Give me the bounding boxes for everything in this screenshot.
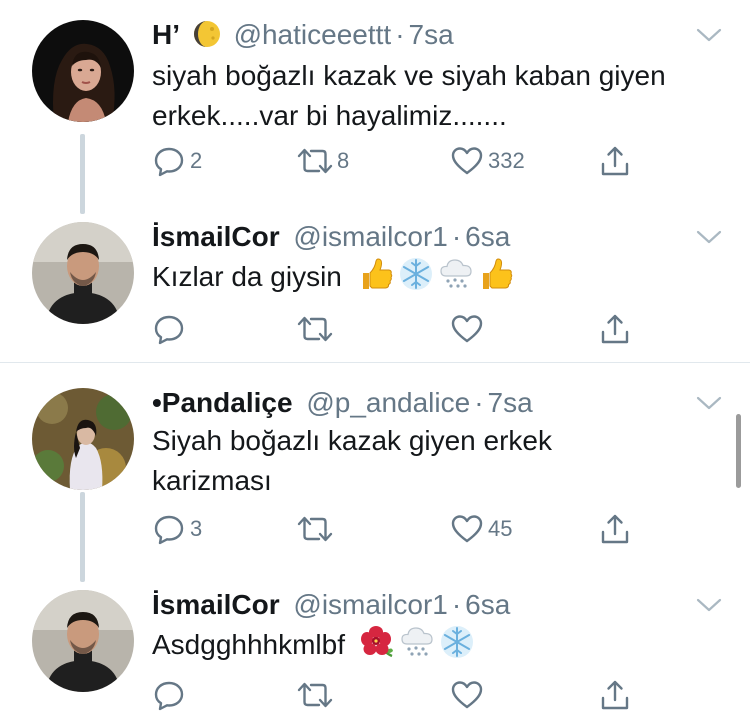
retweet-count: 8 xyxy=(337,148,350,173)
handle[interactable]: @p_andalice xyxy=(306,387,470,418)
timestamp[interactable]: 6sa xyxy=(465,221,510,252)
tweet-ismailcor-reply-1[interactable]: İsmailCor @ismailcor1 · 6sa Kızlar da giys… xyxy=(0,214,750,360)
tweet-text: Siyah boğazlı kazak giyen erkek karizmas… xyxy=(152,425,552,496)
moon-icon xyxy=(193,21,220,47)
tweet-header: •Pandaliçe @p_andalice · 7sa xyxy=(152,386,533,420)
retweet-button[interactable]: 8 xyxy=(295,144,349,178)
separator: · xyxy=(395,19,405,50)
share-icon xyxy=(598,512,632,546)
heart-icon xyxy=(450,144,484,178)
cloud-snow-icon xyxy=(438,256,474,292)
reply-button[interactable]: 2 xyxy=(152,144,202,178)
thread-line xyxy=(80,492,85,582)
reply-icon xyxy=(152,312,186,346)
share-button[interactable] xyxy=(598,144,632,178)
avatar[interactable] xyxy=(32,222,134,324)
tweet-text-content: Asdgghhhkmlbf xyxy=(152,629,346,660)
retweet-icon xyxy=(295,144,335,178)
reply-button[interactable] xyxy=(152,312,186,346)
tweet-header: İsmailCor @ismailcor1 · 6sa xyxy=(152,220,510,254)
display-name[interactable]: İsmailCor xyxy=(152,221,280,252)
retweet-icon xyxy=(295,678,335,712)
retweet-button[interactable] xyxy=(295,312,335,346)
handle[interactable]: @ismailcor1 xyxy=(293,589,447,620)
tweet-actions xyxy=(152,312,642,346)
like-button[interactable]: 332 xyxy=(450,144,525,178)
chevron-down-icon[interactable] xyxy=(694,590,724,620)
tweet-text: Asdgghhhkmlbf xyxy=(152,624,732,665)
reply-icon xyxy=(152,678,186,712)
share-button[interactable] xyxy=(598,512,632,546)
share-button[interactable] xyxy=(598,312,632,346)
chevron-down-icon[interactable] xyxy=(694,20,724,50)
handle[interactable]: @ismailcor1 xyxy=(293,221,447,252)
tweet-header: İsmailCor @ismailcor1 · 6sa xyxy=(152,588,510,622)
retweet-button[interactable] xyxy=(295,678,335,712)
handle[interactable]: @haticeeettt xyxy=(234,19,392,50)
separator: · xyxy=(451,589,462,620)
separator: · xyxy=(474,387,484,418)
heart-icon xyxy=(450,678,484,712)
chevron-down-icon[interactable] xyxy=(694,388,724,418)
tweet-actions xyxy=(152,678,642,712)
reply-button[interactable]: 3 xyxy=(152,512,202,546)
hibiscus-icon xyxy=(359,624,395,660)
share-icon xyxy=(598,144,632,178)
thumbs-up-icon xyxy=(478,256,514,292)
tweet-p-andalice[interactable]: •Pandaliçe @p_andalice · 7sa Siyah boğazlı… xyxy=(0,376,750,582)
chevron-down-icon[interactable] xyxy=(694,222,724,252)
like-button[interactable] xyxy=(450,678,484,712)
timestamp[interactable]: 7sa xyxy=(488,387,533,418)
share-icon xyxy=(598,678,632,712)
tweet-text: siyah boğazlı kazak ve siyah kaban giyen… xyxy=(152,60,666,131)
snowflake-icon xyxy=(439,624,475,660)
tweet-actions: 2 8 332 xyxy=(152,144,642,178)
heart-icon xyxy=(450,312,484,346)
retweet-icon xyxy=(295,512,335,546)
timestamp[interactable]: 7sa xyxy=(409,19,454,50)
timestamp[interactable]: 6sa xyxy=(465,589,510,620)
thread-line xyxy=(80,134,85,214)
reply-icon xyxy=(152,512,186,546)
reply-count: 3 xyxy=(190,516,203,541)
tweet-ismailcor-reply-2[interactable]: İsmailCor @ismailcor1 · 6sa Asdgghhhkmlbf xyxy=(0,582,750,728)
share-icon xyxy=(598,312,632,346)
avatar[interactable] xyxy=(32,388,134,490)
retweet-icon xyxy=(295,312,335,346)
tweet-haticeeettt[interactable]: H’ @haticeeettt · 7sa siyah boğazlı kazak … xyxy=(0,0,750,214)
separator: · xyxy=(451,221,462,252)
like-count: 332 xyxy=(488,148,525,173)
like-count: 45 xyxy=(488,516,513,541)
retweet-button[interactable] xyxy=(295,512,335,546)
like-button[interactable] xyxy=(450,312,484,346)
reply-icon xyxy=(152,144,186,178)
scrollbar[interactable] xyxy=(736,414,741,488)
thumbs-up-icon xyxy=(358,256,394,292)
avatar[interactable] xyxy=(32,590,134,692)
reply-count: 2 xyxy=(190,148,203,173)
tweet-actions: 3 45 xyxy=(152,512,642,546)
display-name[interactable]: İsmailCor xyxy=(152,589,280,620)
cloud-snow-icon xyxy=(399,624,435,660)
avatar[interactable] xyxy=(32,20,134,122)
tweet-text: Kızlar da giysin xyxy=(152,256,732,297)
snowflake-icon xyxy=(398,256,434,292)
share-button[interactable] xyxy=(598,678,632,712)
heart-icon xyxy=(450,512,484,546)
display-name[interactable]: H’ xyxy=(152,19,180,50)
tweet-header: H’ @haticeeettt · 7sa xyxy=(152,18,454,52)
display-name[interactable]: •Pandaliçe xyxy=(152,387,293,418)
like-button[interactable]: 45 xyxy=(450,512,512,546)
conversation-divider xyxy=(0,362,750,363)
tweet-text-content: Kızlar da giysin xyxy=(152,261,342,292)
reply-button[interactable] xyxy=(152,678,186,712)
